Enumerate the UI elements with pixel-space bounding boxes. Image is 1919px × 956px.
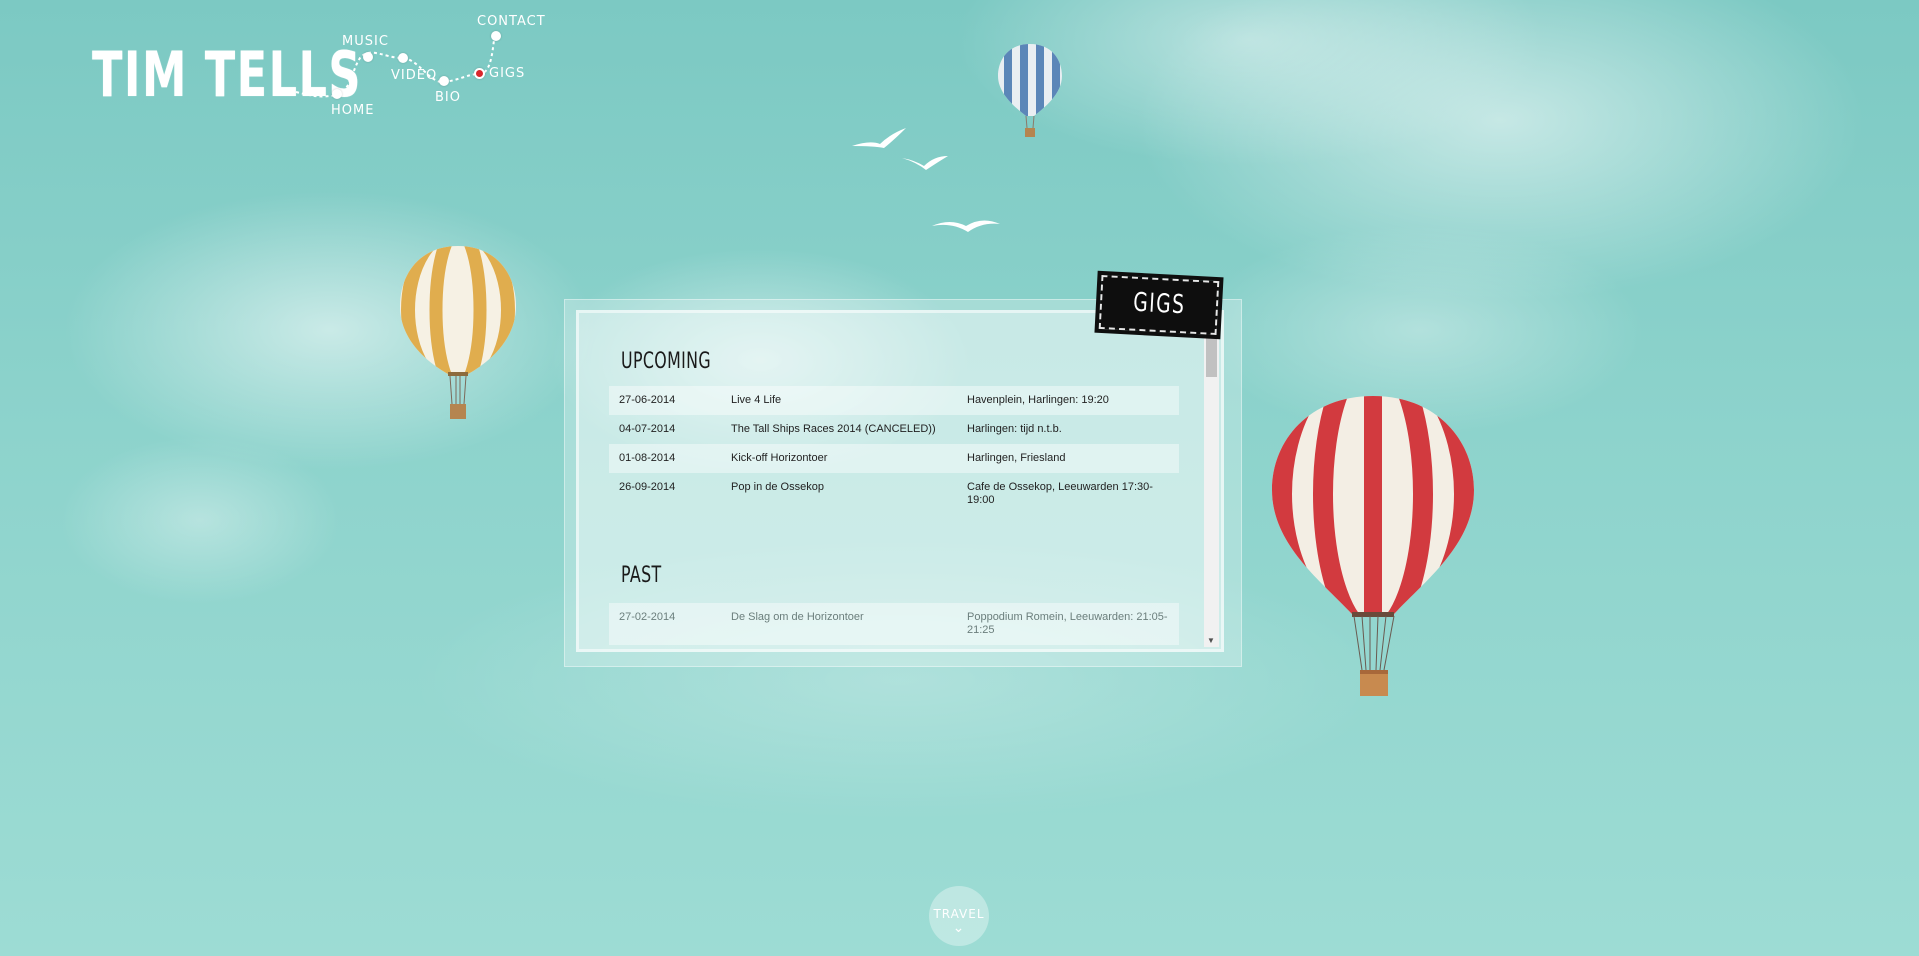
gig-date: 26-09-2014 xyxy=(619,481,676,493)
yellow-balloon xyxy=(400,246,516,419)
nav-home[interactable]: HOME xyxy=(331,103,374,118)
nav-bio[interactable]: BIO xyxy=(435,90,461,105)
gig-date: 04-07-2014 xyxy=(619,423,676,435)
gig-date: 01-08-2014 xyxy=(609,444,721,473)
blue-balloon xyxy=(998,44,1062,137)
past-heading: PAST xyxy=(621,563,662,588)
gig-name: De Slag om de Horizontoer xyxy=(721,603,957,645)
seagull-icon xyxy=(932,220,1000,232)
nav-dot-gigs[interactable] xyxy=(474,68,485,79)
nav-dot-music[interactable] xyxy=(363,52,373,62)
table-row: 01-08-2014 Kick-off Horizontoer Harlinge… xyxy=(609,444,1179,473)
table-row: 26-09-2014 Pop in de Ossekop Cafe de Oss… xyxy=(609,473,1179,515)
nav-contact[interactable]: CONTACT xyxy=(477,14,546,29)
scroll-down-icon[interactable]: ▼ xyxy=(1207,636,1215,645)
travel-label: TRAVEL xyxy=(933,907,985,921)
gigs-badge: GIGS xyxy=(1094,270,1224,340)
nav-dot-contact[interactable] xyxy=(491,31,501,41)
gig-location: Poppodium Romein, Leeuwarden: 21:05-21:2… xyxy=(957,603,1179,645)
nav-gigs[interactable]: GIGS xyxy=(489,66,525,81)
nav-music[interactable]: MUSIC xyxy=(342,34,389,49)
nav-dot-bio[interactable] xyxy=(439,76,449,86)
gig-name: Pop in de Ossekop xyxy=(731,481,824,493)
upcoming-gigs-table: 27-06-2014 Live 4 Life Havenplein, Harli… xyxy=(609,386,1179,515)
gig-location: Harlingen: tijd n.t.b. xyxy=(967,423,1062,435)
travel-button[interactable]: TRAVEL ⌄ xyxy=(929,886,989,946)
nav-dot-video[interactable] xyxy=(398,53,408,63)
gig-location: Cafe de Ossekop, Leeuwarden 17:30-19:00 xyxy=(967,481,1153,506)
chevron-down-icon: ⌄ xyxy=(952,920,966,936)
nav-video[interactable]: VIDEO xyxy=(391,68,437,83)
gigs-panel[interactable]: UPCOMING 27-06-2014 Live 4 Life Havenple… xyxy=(576,310,1224,652)
gig-date: 27-06-2014 xyxy=(609,386,721,415)
seagull-icon xyxy=(902,156,948,170)
table-row: 27-06-2014 Live 4 Life Havenplein, Harli… xyxy=(609,386,1179,415)
gig-location: Havenplein, Harlingen: 19:20 xyxy=(957,386,1179,415)
scroll-thumb[interactable] xyxy=(1206,331,1217,377)
gig-name: The Tall Ships Races 2014 (CANCELED)) xyxy=(731,423,936,435)
gigs-badge-text: GIGS xyxy=(1132,287,1186,321)
table-row: 04-07-2014 The Tall Ships Races 2014 (CA… xyxy=(609,415,1179,444)
nav-dot-home[interactable] xyxy=(332,89,342,99)
past-gigs-table: 27-02-2014 De Slag om de Horizontoer Pop… xyxy=(609,603,1179,645)
gig-name: Live 4 Life xyxy=(721,386,957,415)
table-row: 27-02-2014 De Slag om de Horizontoer Pop… xyxy=(609,603,1179,645)
red-balloon xyxy=(1272,396,1474,696)
panel-scrollbar[interactable]: ▲ ▼ xyxy=(1204,315,1219,647)
upcoming-heading: UPCOMING xyxy=(621,349,712,374)
gig-name: Kick-off Horizontoer xyxy=(721,444,957,473)
gig-location: Harlingen, Friesland xyxy=(957,444,1179,473)
gig-date: 27-02-2014 xyxy=(609,603,721,645)
